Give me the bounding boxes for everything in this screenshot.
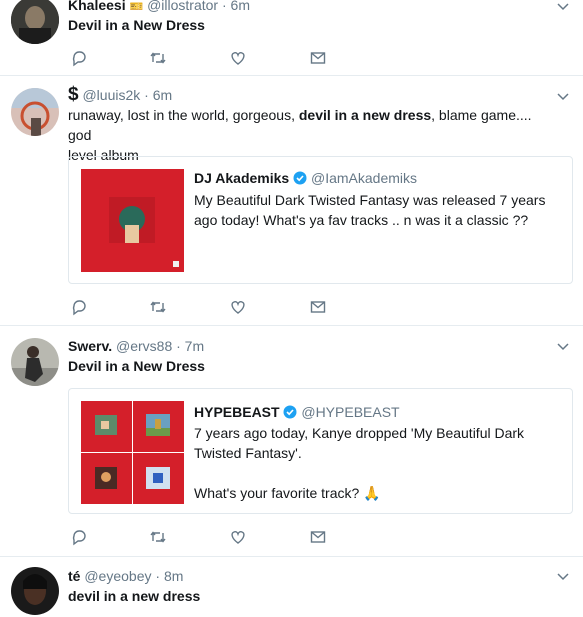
media-thumb[interactable] xyxy=(81,453,132,504)
tweet-text: Devil in a New Dress xyxy=(68,17,205,33)
retweet-icon[interactable] xyxy=(149,528,167,546)
tweet-header: té @eyeobey · 8m xyxy=(68,567,183,585)
quoted-text: 7 years ago today, Kanye dropped 'My Bea… xyxy=(194,425,525,501)
message-icon[interactable] xyxy=(309,528,327,546)
retweet-icon[interactable] xyxy=(149,298,167,316)
reply-icon[interactable] xyxy=(70,49,88,67)
avatar-image xyxy=(11,0,59,44)
username[interactable]: @ervs88 xyxy=(116,338,172,354)
verified-icon xyxy=(283,405,297,419)
display-name[interactable]: té xyxy=(68,568,80,584)
message-icon[interactable] xyxy=(309,49,327,67)
message-icon[interactable] xyxy=(309,298,327,316)
display-name[interactable]: Swerv. xyxy=(68,338,112,354)
like-icon[interactable] xyxy=(229,528,247,546)
avatar[interactable] xyxy=(11,338,59,386)
media-thumb[interactable] xyxy=(81,401,132,452)
like-icon[interactable] xyxy=(229,49,247,67)
quoted-header: HYPEBEAST @HYPEBEAST xyxy=(194,403,400,421)
avatar-image xyxy=(11,567,59,615)
display-name[interactable]: $ xyxy=(68,84,79,105)
chevron-down-icon[interactable] xyxy=(556,90,570,104)
name-emoji: 🎫 xyxy=(129,1,144,13)
media-grid[interactable] xyxy=(81,401,184,504)
tweet[interactable]: $ @luuis2k · 6m runaway, lost in the wor… xyxy=(0,76,583,326)
username[interactable]: @eyeobey xyxy=(84,568,151,584)
media-thumb[interactable] xyxy=(133,401,184,452)
reply-icon[interactable] xyxy=(70,528,88,546)
tweet-actions xyxy=(68,298,338,318)
display-name[interactable]: DJ Akademiks xyxy=(194,170,289,186)
avatar-image xyxy=(11,338,59,386)
timestamp[interactable]: · 6m xyxy=(222,0,250,13)
avatar[interactable] xyxy=(11,0,59,44)
retweet-icon[interactable] xyxy=(149,49,167,67)
quoted-tweet[interactable]: DJ Akademiks @IamAkademiks My Beautiful … xyxy=(68,156,573,284)
tweet-header: Swerv. @ervs88 · 7m xyxy=(68,337,204,355)
tweet-actions xyxy=(68,528,338,548)
timestamp[interactable]: · 8m xyxy=(155,568,183,584)
like-icon[interactable] xyxy=(229,298,247,316)
reply-icon[interactable] xyxy=(70,298,88,316)
media-thumb[interactable] xyxy=(133,453,184,504)
tweet-header: $ @luuis2k · 6m xyxy=(68,84,172,105)
album-cover-image xyxy=(81,169,184,272)
verified-icon xyxy=(293,171,307,185)
username[interactable]: @IamAkademiks xyxy=(311,170,417,186)
username[interactable]: @HYPEBEAST xyxy=(301,404,399,420)
quoted-text: My Beautiful Dark Twisted Fantasy was re… xyxy=(194,192,546,228)
chevron-down-icon[interactable] xyxy=(556,340,570,354)
timestamp[interactable]: · 7m xyxy=(176,338,204,354)
timestamp[interactable]: · 6m xyxy=(144,87,172,103)
display-name[interactable]: Khaleesi xyxy=(68,0,126,13)
display-name[interactable]: HYPEBEAST xyxy=(194,404,280,420)
tweet-actions xyxy=(68,49,338,69)
username[interactable]: @illostrator xyxy=(147,0,218,13)
avatar-image xyxy=(11,88,59,136)
quoted-header: DJ Akademiks @IamAkademiks xyxy=(194,169,417,187)
avatar[interactable] xyxy=(11,88,59,136)
tweet[interactable]: Khaleesi 🎫 @illostrator · 6m Devil in a … xyxy=(0,0,583,76)
chevron-down-icon[interactable] xyxy=(556,570,570,584)
tweet[interactable]: Swerv. @ervs88 · 7m Devil in a New Dress… xyxy=(0,326,583,557)
chevron-down-icon[interactable] xyxy=(556,0,570,14)
tweet-text: devil in a new dress xyxy=(68,588,201,604)
quoted-tweet[interactable]: HYPEBEAST @HYPEBEAST 7 years ago today, … xyxy=(68,388,573,514)
tweet-header: Khaleesi 🎫 @illostrator · 6m xyxy=(68,0,250,16)
avatar[interactable] xyxy=(11,567,59,615)
tweet[interactable]: té @eyeobey · 8m devil in a new dress xyxy=(0,557,583,617)
username[interactable]: @luuis2k xyxy=(82,87,140,103)
tweet-text: Devil in a New Dress xyxy=(68,358,205,374)
